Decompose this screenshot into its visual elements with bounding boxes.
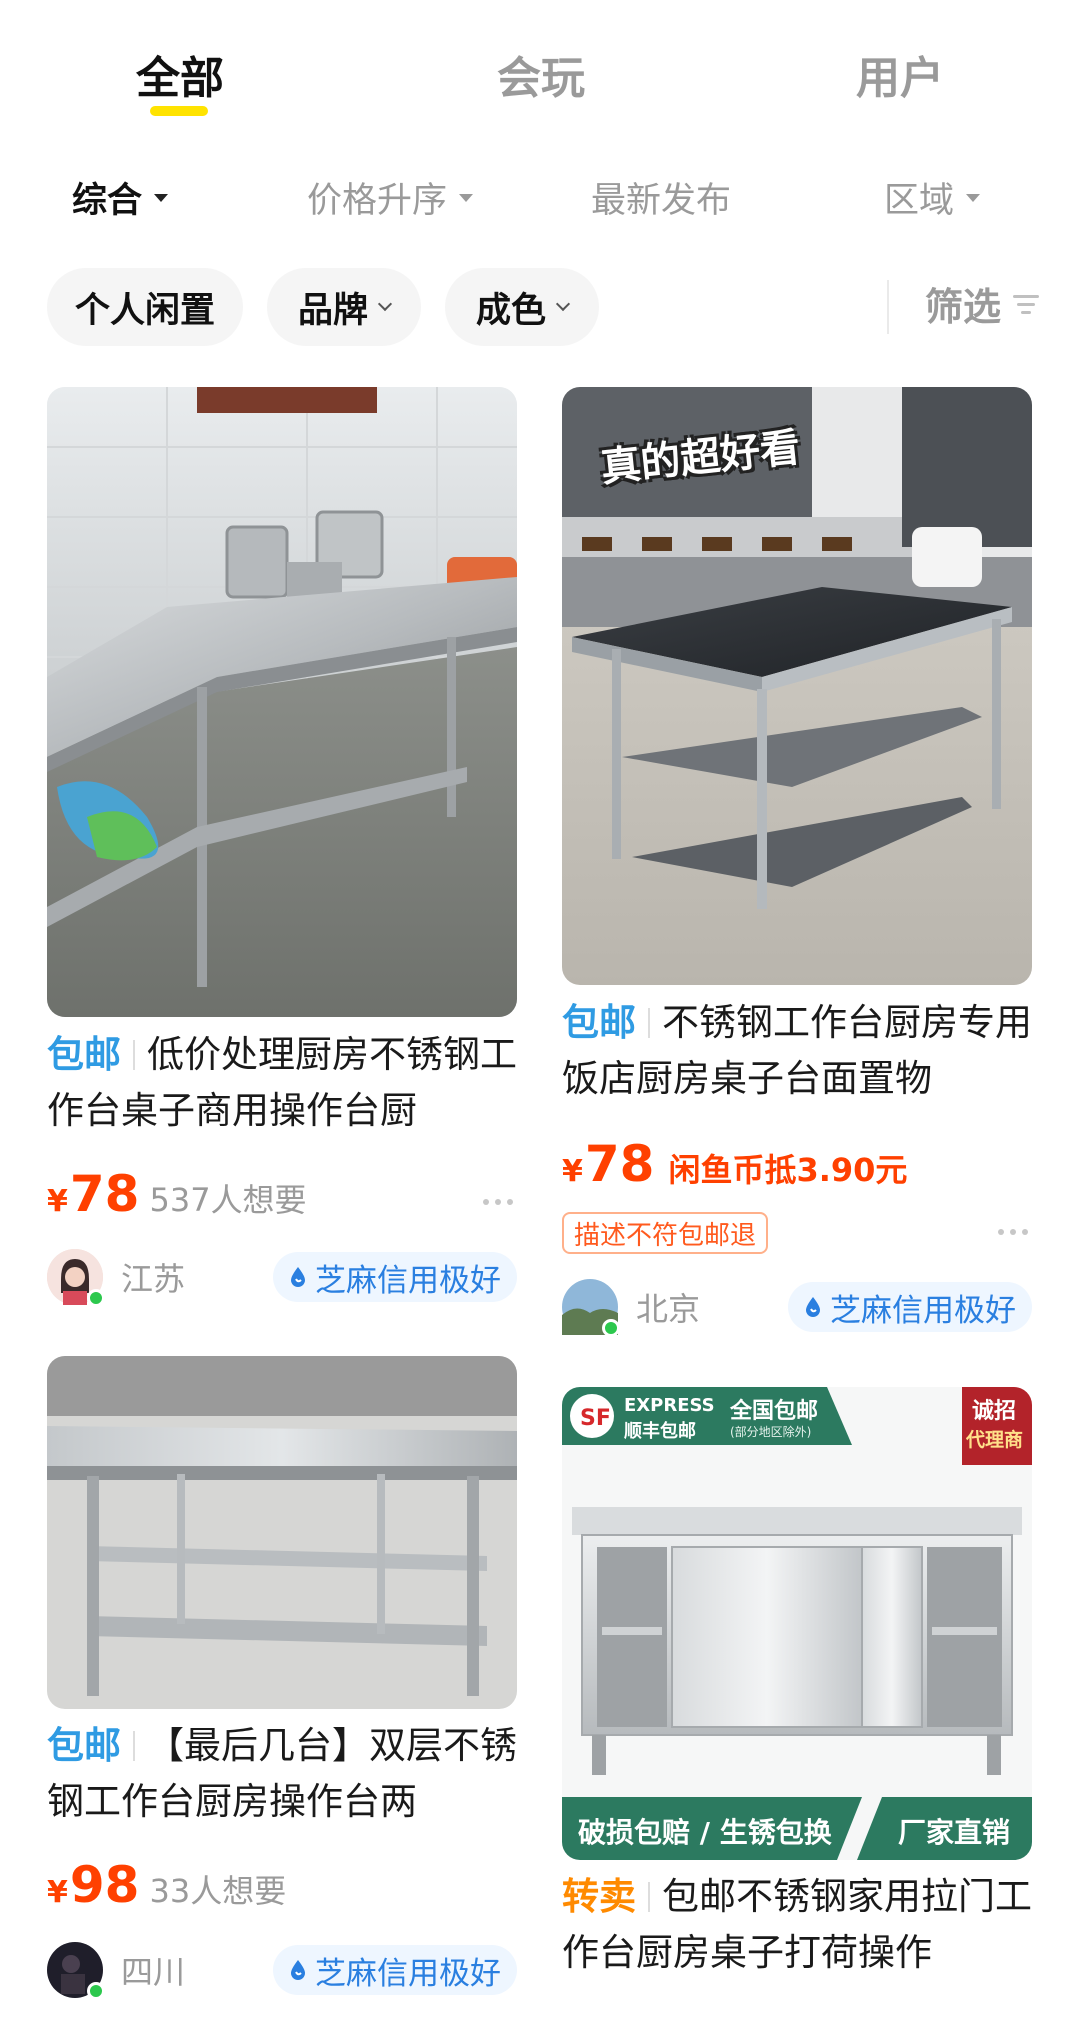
online-dot [87,1982,105,2000]
factory-direct-text: 厂家直销 [898,1816,1011,1849]
price: 78 [69,1165,140,1223]
chevron-down-icon [377,296,393,312]
sort-region-label: 区域 [884,181,955,221]
filter-button[interactable]: 筛选 [925,276,1040,331]
seller-info[interactable]: 北京 [562,1279,701,1337]
more-icon[interactable] [998,1229,1028,1235]
sort-newest[interactable]: 最新发布 [591,172,731,223]
credit-text: 芝麻信用极好 [830,1292,1016,1329]
sort-comprehensive[interactable]: 综合 [72,172,169,223]
price: 98 [69,1856,140,1914]
chip-brand-label: 品牌 [297,290,368,331]
chip-brand[interactable]: 品牌 [267,268,421,346]
damage-guarantee-text: 破损包赔 / 生锈包换 [578,1816,832,1849]
active-tab-indicator [150,106,208,116]
online-dot [602,1319,620,1337]
chip-condition[interactable]: 成色 [445,268,599,346]
product-card[interactable]: 包邮 低价处理厨房不锈钢工作台桌子商用操作台厨 ¥ 78 537人想要 江苏 芝麻… [47,387,517,1307]
price-row: ¥ 98 33人想要 [47,1856,286,1914]
sort-comprehensive-label: 综合 [72,181,143,221]
nationwide-note-text: (部分地区除外) [730,1425,812,1439]
sort-price-asc-label: 价格升序 [307,181,448,221]
svg-text:SF: SF [580,1406,611,1431]
avatar-landscape-icon [562,1279,620,1337]
filter-icon [1013,291,1040,317]
sesame-credit-icon [291,1267,305,1287]
recruit-text: 诚招 [972,1399,1017,1424]
chip-personal-idle-label: 个人闲置 [74,290,215,331]
currency-symbol: ¥ [47,1184,68,1219]
sort-price-asc[interactable]: 价格升序 [307,172,474,223]
agent-text: 代理商 [966,1429,1024,1451]
sort-newest-label: 最新发布 [591,181,732,221]
product-title[interactable]: 包邮 低价处理厨房不锈钢工作台桌子商用操作台厨 [47,1027,517,1139]
tab-play[interactable]: 会玩 [497,42,585,106]
coin-discount: 闲鱼币抵3.90元 [668,1151,908,1189]
sesame-credit-icon [291,1960,305,1980]
free-shipping-tag: 包邮 [47,1033,121,1076]
resell-tag: 转卖 [562,1875,636,1918]
seller-location: 北京 [636,1290,701,1328]
credit-text: 芝麻信用极好 [315,1262,501,1299]
seller-location: 四川 [121,1953,186,1991]
caret-down-icon [459,193,474,202]
price-row: ¥ 78 闲鱼币抵3.90元 [562,1135,907,1193]
chip-condition-label: 成色 [475,290,546,331]
filter-chips: 个人闲置 品牌 成色 筛选 [0,268,1079,348]
caret-down-icon [154,193,169,202]
product-image[interactable] [47,1356,517,1709]
product-card[interactable]: 包邮 【最后几台】双层不锈钢工作台厨房操作台两 ¥ 98 33人想要 四川 芝麻信… [47,1356,517,2016]
free-shipping-tag: 包邮 [47,1724,121,1767]
currency-symbol: ¥ [562,1154,583,1189]
sort-region[interactable]: 区域 [884,172,981,223]
tab-user[interactable]: 用户 [856,42,944,106]
return-guarantee-tag: 描述不符包邮退 [562,1212,769,1254]
nationwide-free-text: 全国包邮 [730,1399,819,1424]
online-dot [87,1289,105,1307]
product-card[interactable]: 真的超好看 包邮 不锈钢工作台厨房专用饭店厨房桌子台面置物 ¥ 78 闲鱼币抵3.… [562,387,1032,1347]
price-row: ¥ 78 537人想要 [47,1165,307,1223]
avatar-girl-icon [47,1249,105,1307]
seller-info[interactable]: 江苏 [47,1249,186,1307]
sort-bar: 综合 价格升序 最新发布 区域 [0,168,1079,222]
product-card[interactable]: SF EXPRESS 顺丰包邮 全国包邮 (部分地区除外) 诚招 代理商 破损包… [562,1387,1032,2007]
credit-badge: 芝麻信用极好 [273,1252,517,1302]
want-count: 537人想要 [149,1181,307,1219]
chevron-down-icon [555,296,571,312]
product-image[interactable]: SF EXPRESS 顺丰包邮 全国包邮 (部分地区除外) 诚招 代理商 破损包… [562,1387,1032,1860]
caret-down-icon [966,193,981,202]
seller-info[interactable]: 四川 [47,1942,186,2000]
product-image[interactable] [47,387,517,1017]
credit-text: 芝麻信用极好 [315,1955,501,1992]
filter-label: 筛选 [925,285,1002,329]
credit-badge: 芝麻信用极好 [273,1945,517,1995]
product-title[interactable]: 转卖 包邮不锈钢家用拉门工作台厨房桌子打荷操作 [562,1869,1032,1981]
divider [887,280,889,334]
top-tabs: 全部 会玩 用户 [0,0,1079,130]
sf-shipping-text: 顺丰包邮 [624,1421,696,1442]
chip-personal-idle[interactable]: 个人闲置 [47,268,243,346]
want-count: 33人想要 [149,1872,287,1910]
express-text: EXPRESS [624,1395,715,1416]
credit-badge: 芝麻信用极好 [788,1282,1032,1332]
tab-all[interactable]: 全部 [136,42,224,106]
product-title[interactable]: 包邮 【最后几台】双层不锈钢工作台厨房操作台两 [47,1718,517,1830]
product-image[interactable]: 真的超好看 [562,387,1032,985]
avatar-night-icon [47,1942,105,2000]
currency-symbol: ¥ [47,1875,68,1910]
price: 78 [584,1135,655,1193]
more-icon[interactable] [483,1199,513,1205]
free-shipping-tag: 包邮 [562,1001,636,1044]
sesame-credit-icon [806,1297,820,1317]
product-title[interactable]: 包邮 不锈钢工作台厨房专用饭店厨房桌子台面置物 [562,995,1032,1107]
seller-location: 江苏 [121,1260,186,1298]
